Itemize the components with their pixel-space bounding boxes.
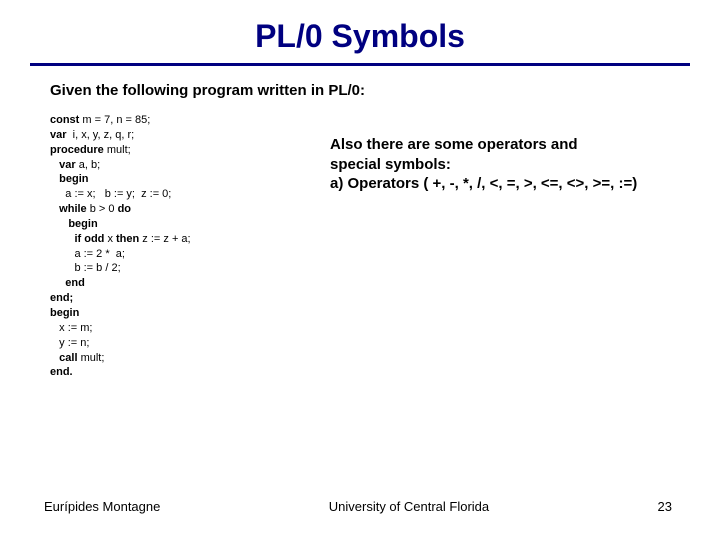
kw-begin: begin	[50, 173, 89, 185]
kw-then: then	[116, 233, 139, 245]
code-text: a := x; b := y; z := 0;	[50, 188, 171, 200]
code-text: y := n;	[50, 337, 89, 349]
kw-begin-main: begin	[50, 307, 79, 319]
kw-end: end;	[50, 292, 73, 304]
code-text: z := z + a;	[139, 233, 190, 245]
code-text: a, b;	[76, 159, 100, 171]
kw-if-odd: if odd	[50, 233, 104, 245]
slide-title: PL/0 Symbols	[0, 0, 720, 63]
footer: Eurípides Montagne University of Central…	[0, 499, 720, 514]
code-block: const m = 7, n = 85; var i, x, y, z, q, …	[50, 113, 300, 380]
kw-procedure: procedure	[50, 144, 104, 156]
info-block: Also there are some operators and specia…	[300, 113, 670, 194]
kw-while: while	[50, 203, 87, 215]
intro-text: Given the following program written in P…	[50, 82, 670, 99]
kw-call: call	[50, 352, 78, 364]
code-text: a := 2 * a;	[50, 248, 125, 260]
code-text: mult;	[78, 352, 105, 364]
content-row: const m = 7, n = 85; var i, x, y, z, q, …	[50, 113, 670, 380]
kw-var-inner: var	[50, 159, 76, 171]
code-text: b > 0	[87, 203, 118, 215]
code-text: i, x, y, z, q, r;	[67, 129, 135, 141]
title-underline	[30, 63, 690, 66]
kw-end-inner: end	[50, 277, 85, 289]
kw-begin-inner: begin	[50, 218, 98, 230]
footer-page: 23	[658, 499, 672, 514]
code-text: m = 7, n = 85;	[79, 114, 150, 126]
kw-const: const	[50, 114, 79, 126]
info-line1: Also there are some operators and	[330, 135, 670, 155]
info-line2: special symbols:	[330, 155, 670, 175]
footer-org: University of Central Florida	[160, 499, 657, 514]
kw-end-main: end.	[50, 366, 73, 378]
code-text: b := b / 2;	[50, 262, 121, 274]
footer-author: Eurípides Montagne	[44, 499, 160, 514]
code-text: x	[104, 233, 116, 245]
code-text: x := m;	[50, 322, 92, 334]
code-text: mult;	[104, 144, 131, 156]
kw-do: do	[118, 203, 131, 215]
kw-var: var	[50, 129, 67, 141]
info-line3: a) Operators ( +, -, *, /, <, =, >, <=, …	[330, 174, 670, 194]
